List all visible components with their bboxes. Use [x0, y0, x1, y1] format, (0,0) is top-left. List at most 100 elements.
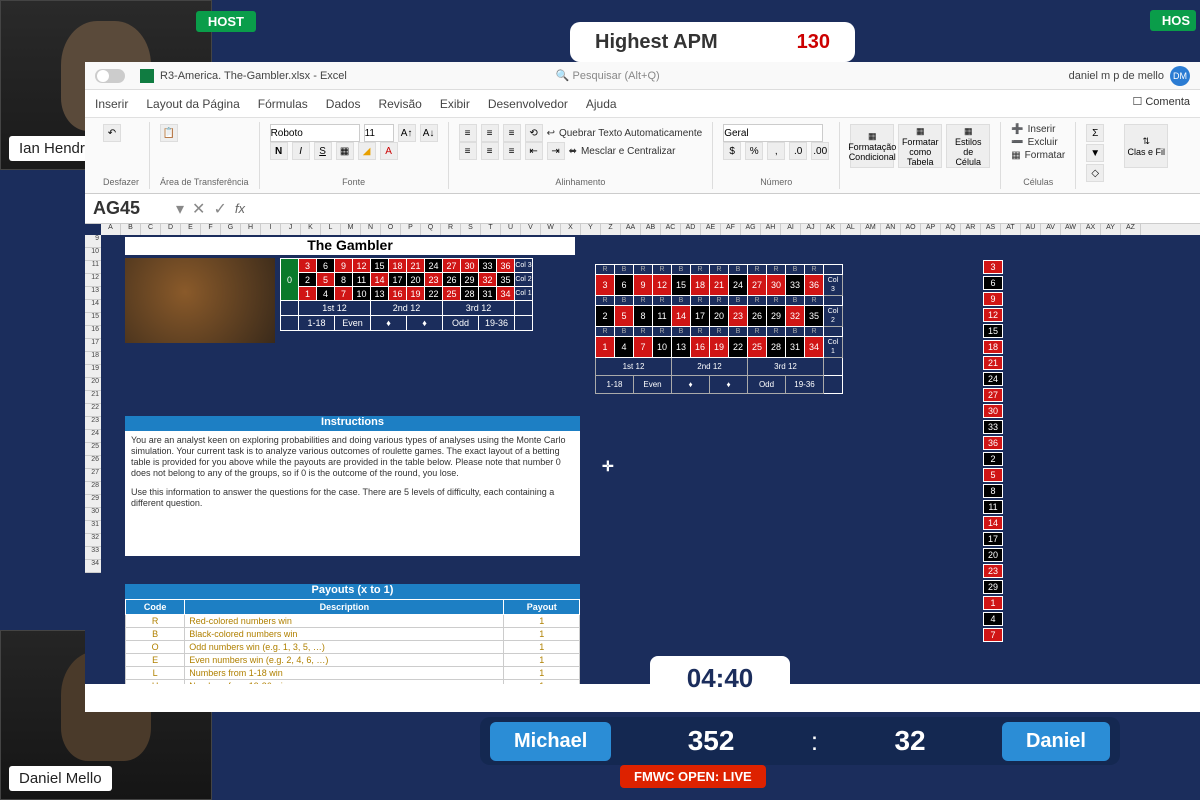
ribbon-group-edit: Σ ▼ ◇	[1076, 122, 1114, 189]
score-bar: Michael 352 : 32 Daniel	[480, 717, 1120, 765]
number-format[interactable]	[723, 124, 823, 142]
format-table[interactable]: ▦Formatar como Tabela	[898, 124, 942, 168]
instructions-header: Instructions	[125, 416, 580, 431]
ribbon-group-number: $ % , .0 .00 Número	[713, 122, 840, 189]
ribbon-tabs: Inserir Layout da Página Fórmulas Dados Revi…	[85, 90, 1200, 118]
tab-exibir[interactable]: Exibir	[440, 97, 470, 111]
align-right-icon[interactable]: ≡	[503, 142, 521, 160]
user-name: daniel m p de mello	[1069, 70, 1164, 82]
bet-table-duplicate: RBRRBRRBRRBR369121518212427303336Col 3RB…	[595, 264, 843, 394]
host-badge-top-right: HOS	[1150, 10, 1196, 31]
fill-icon[interactable]: ▼	[1086, 144, 1104, 162]
align-mid-icon[interactable]: ≡	[481, 124, 499, 142]
clear-icon[interactable]: ◇	[1086, 164, 1104, 182]
indent-inc-icon[interactable]: ⇥	[547, 142, 565, 160]
decrease-font-icon[interactable]: A↓	[420, 124, 438, 142]
player1-name: Michael	[490, 722, 611, 761]
payouts-table: CodeDescriptionPayoutRRed-colored number…	[125, 599, 580, 684]
tab-desenvolvedor[interactable]: Desenvolvedor	[488, 97, 568, 111]
ribbon-group-undo: ↶ Desfazer	[93, 122, 150, 189]
ribbon-group-sort: ⇅Clas e Fil	[1114, 122, 1178, 189]
tab-inserir[interactable]: Inserir	[95, 97, 128, 111]
tab-dados[interactable]: Dados	[326, 97, 361, 111]
currency-icon[interactable]: $	[723, 142, 741, 160]
font-size[interactable]	[364, 124, 394, 142]
tab-revisão[interactable]: Revisão	[378, 97, 421, 111]
increase-font-icon[interactable]: A↑	[398, 124, 416, 142]
font-color-icon[interactable]: A	[380, 142, 398, 160]
name-box[interactable]: AG45	[93, 198, 168, 219]
score-separator: :	[811, 726, 818, 757]
sort-filter[interactable]: ⇅Clas e Fil	[1124, 124, 1168, 168]
autosave-toggle[interactable]	[95, 69, 125, 83]
player2-name: Daniel	[1002, 722, 1110, 761]
percent-icon[interactable]: %	[745, 142, 763, 160]
cell-cursor-icon: ✛	[602, 458, 614, 475]
instructions-body: You are an analyst keen on exploring pro…	[125, 431, 580, 556]
tab-ajuda[interactable]: Ajuda	[586, 97, 617, 111]
align-center-icon[interactable]: ≡	[481, 142, 499, 160]
insert-cells[interactable]: ➕ Inserir	[1011, 124, 1065, 135]
avatar: DM	[1170, 66, 1190, 86]
fill-color-icon[interactable]: ◢	[358, 142, 376, 160]
paste-icon[interactable]: 📋	[160, 124, 178, 142]
ribbon-group-cells: ➕ Inserir ➖ Excluir ▦ Formatar Células	[1001, 122, 1076, 189]
enter-icon[interactable]: ✓	[213, 199, 226, 219]
live-badge: FMWC OPEN: LIVE	[620, 765, 766, 788]
border-icon[interactable]: ▦	[336, 142, 354, 160]
apm-value: 130	[797, 31, 830, 54]
column-headers: ABCDEFGHIJKLMNOPQRSTUVWXYZAAABACADAEAFAG…	[101, 224, 1200, 235]
bet-table-main: 0369121518212427303336Col 32581114172023…	[280, 258, 533, 331]
underline-button[interactable]: S	[314, 142, 332, 160]
align-left-icon[interactable]: ≡	[459, 142, 477, 160]
user-area[interactable]: daniel m p de mello DM	[1069, 66, 1190, 86]
excel-icon	[140, 69, 154, 83]
cell-styles[interactable]: ▦Estilos de Célula	[946, 124, 990, 168]
cancel-icon[interactable]: ✕	[192, 199, 205, 219]
file-title: R3-America. The-Gambler.xlsx - Excel	[160, 70, 347, 82]
worksheet[interactable]: ABCDEFGHIJKLMNOPQRSTUVWXYZAAABACADAEAFAG…	[85, 224, 1200, 684]
tab-fórmulas[interactable]: Fórmulas	[258, 97, 308, 111]
format-cells[interactable]: ▦ Formatar	[1011, 150, 1065, 161]
inc-decimal-icon[interactable]: .0	[789, 142, 807, 160]
align-bot-icon[interactable]: ≡	[503, 124, 521, 142]
undo-icon[interactable]: ↶	[103, 124, 121, 142]
align-top-icon[interactable]: ≡	[459, 124, 477, 142]
ribbon: ↶ Desfazer 📋 Área de Transferência A↑ A↓…	[85, 118, 1200, 194]
italic-button[interactable]: I	[292, 142, 310, 160]
formula-bar: AG45 ▾ ✕ ✓ fx	[85, 194, 1200, 224]
name-box-dropdown-icon[interactable]: ▾	[176, 199, 184, 219]
timer: 04:40	[650, 656, 790, 700]
ribbon-group-font: A↑ A↓ N I S ▦ ◢ A Fonte	[260, 122, 449, 189]
wrap-text[interactable]: ↩ Quebrar Texto Automaticamente	[547, 128, 703, 139]
cond-format[interactable]: ▦Formatação Condicional	[850, 124, 894, 168]
orientation-icon[interactable]: ⟲	[525, 124, 543, 142]
dec-decimal-icon[interactable]: .00	[811, 142, 829, 160]
bold-button[interactable]: N	[270, 142, 288, 160]
payouts-header: Payouts (x to 1)	[125, 584, 580, 599]
row-headers: 9101112131415161718192021222324252627282…	[85, 235, 101, 573]
delete-cells[interactable]: ➖ Excluir	[1011, 137, 1065, 148]
apm-badge: Highest APM 130	[570, 22, 855, 62]
title-bar: R3-America. The-Gambler.xlsx - Excel 🔍 P…	[85, 62, 1200, 90]
webcam-bottom-name: Daniel Mello	[9, 766, 112, 791]
merge-center[interactable]: ⬌ Mesclar e Centralizar	[569, 146, 676, 157]
font-name[interactable]	[270, 124, 360, 142]
indent-dec-icon[interactable]: ⇤	[525, 142, 543, 160]
roulette-image	[125, 258, 275, 343]
ribbon-group-styles: ▦Formatação Condicional ▦Formatar como T…	[840, 122, 1001, 189]
player2-score: 32	[894, 725, 925, 757]
comma-icon[interactable]: ,	[767, 142, 785, 160]
player1-score: 352	[688, 725, 735, 757]
sum-icon[interactable]: Σ	[1086, 124, 1104, 142]
ribbon-group-align: ≡ ≡ ≡ ⟲ ↩ Quebrar Texto Automaticamente …	[449, 122, 714, 189]
host-badge-top: HOST	[196, 11, 256, 32]
sheet-title: The Gambler	[125, 237, 575, 255]
tab-layout-da-página[interactable]: Layout da Página	[146, 97, 239, 111]
comments-button[interactable]: ☐ Comenta	[1132, 95, 1190, 108]
apm-label: Highest APM	[595, 31, 718, 54]
ribbon-group-clipboard: 📋 Área de Transferência	[150, 122, 260, 189]
fx-icon[interactable]: fx	[235, 201, 245, 216]
excel-window: R3-America. The-Gambler.xlsx - Excel 🔍 P…	[85, 62, 1200, 712]
search-box[interactable]: 🔍 Pesquisar (Alt+Q)	[556, 69, 660, 82]
